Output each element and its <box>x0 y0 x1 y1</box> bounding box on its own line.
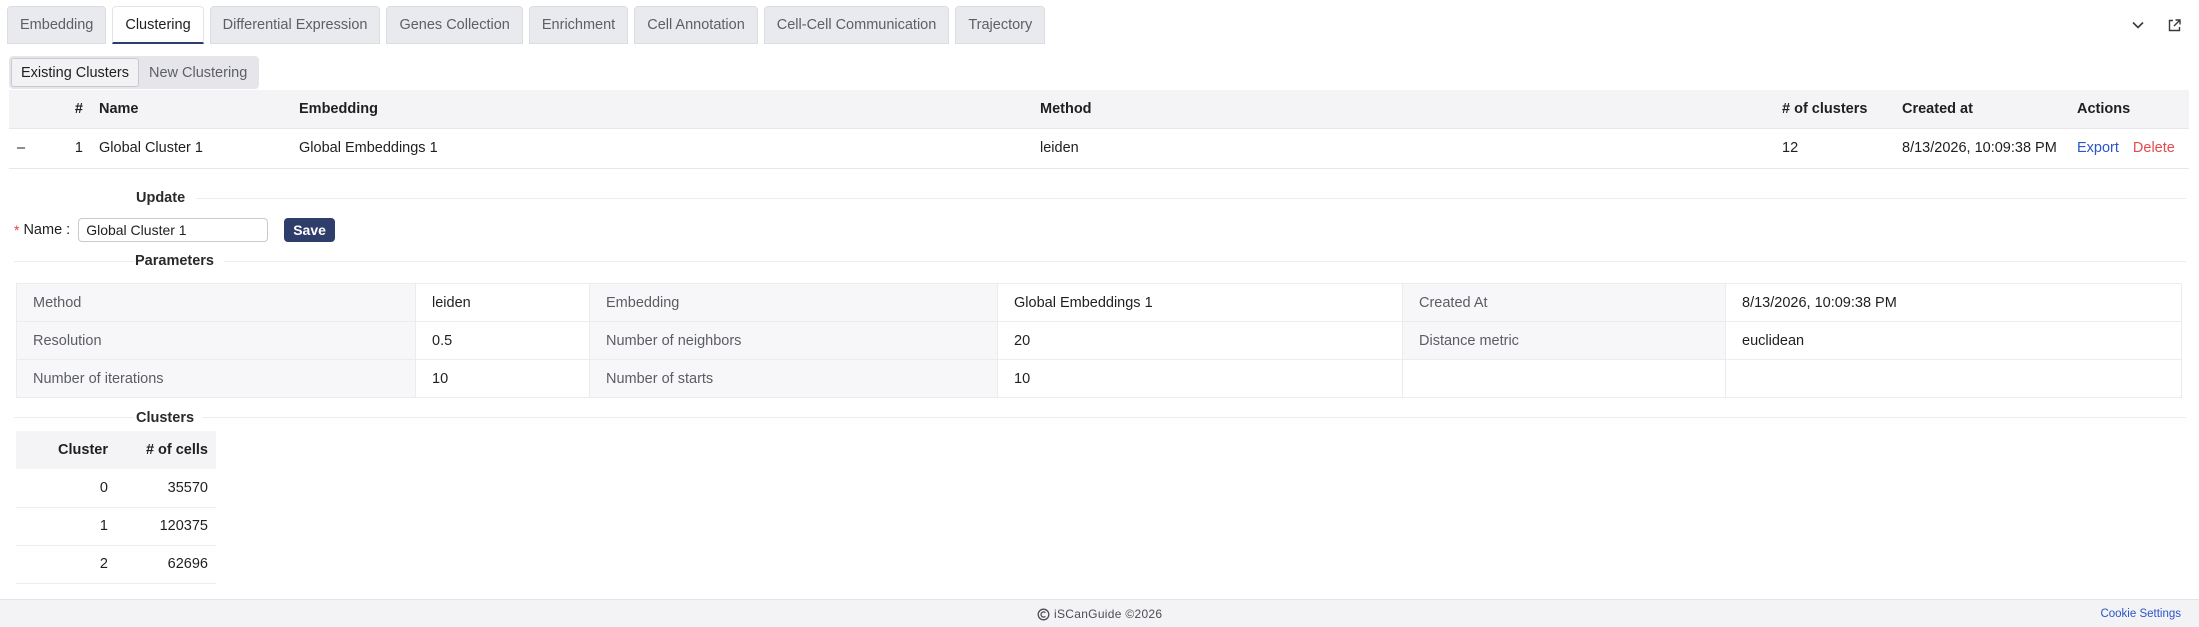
cluster-id: 2 <box>16 545 116 584</box>
row-actions: Export Delete <box>2069 128 2189 169</box>
table-header-row: # Name Embedding Method # of clusters Cr… <box>9 90 2189 129</box>
chevron-down-icon[interactable] <box>2129 16 2147 34</box>
update-section-title: Update <box>136 190 186 206</box>
table-row: – 1 Global Cluster 1 Global Embeddings 1… <box>9 128 2189 169</box>
subtab-new-clustering[interactable]: New Clustering <box>139 58 257 87</box>
clusters-divider-right <box>202 417 2186 418</box>
save-button[interactable]: Save <box>284 218 335 242</box>
param-empty <box>1725 359 2182 398</box>
param-value: 10 <box>997 359 1403 398</box>
cluster-sizes-table: Cluster # of cells 0 35570 1 120375 2 62… <box>16 431 216 584</box>
param-row: Number of iterations 10 Number of starts… <box>16 359 2182 398</box>
col-num-cells: # of cells <box>116 431 216 469</box>
param-label: Resolution <box>16 321 416 360</box>
update-form: * Name : Save <box>14 218 335 242</box>
param-empty <box>1402 359 1726 398</box>
top-icons <box>2129 16 2183 34</box>
param-label: Number of neighbors <box>589 321 998 360</box>
param-value: Global Embeddings 1 <box>997 283 1403 322</box>
tab-genes-collection[interactable]: Genes Collection <box>386 6 523 44</box>
subtab-existing-clusters[interactable]: Existing Clusters <box>11 58 139 87</box>
collapse-row-button[interactable]: – <box>9 128 49 169</box>
param-value: 0.5 <box>415 321 590 360</box>
cluster-mode-switch: Existing Clusters New Clustering <box>9 56 260 89</box>
table-row: 1 120375 <box>16 507 216 546</box>
tab-embedding[interactable]: Embedding <box>7 6 107 44</box>
param-value: 20 <box>997 321 1403 360</box>
cluster-id: 1 <box>16 507 116 546</box>
cookie-settings-link[interactable]: Cookie Settings <box>2100 608 2181 620</box>
col-cluster: Cluster <box>16 431 116 469</box>
param-label: Embedding <box>589 283 998 322</box>
tab-cell-annotation[interactable]: Cell Annotation <box>634 6 758 44</box>
param-label: Number of iterations <box>16 359 416 398</box>
parameters-divider-left <box>14 261 134 262</box>
param-value: euclidean <box>1725 321 2182 360</box>
copyright: iSCanGuide ©2026 <box>1037 607 1162 621</box>
tab-enrichment[interactable]: Enrichment <box>528 6 629 44</box>
parameters-divider-right <box>224 261 2186 262</box>
clusters-divider-left <box>14 417 134 418</box>
tab-trajectory[interactable]: Trajectory <box>955 6 1046 44</box>
col-name: Name <box>91 90 291 129</box>
param-value: leiden <box>415 283 590 322</box>
col-embedding: Embedding <box>291 90 1032 129</box>
parameters-section-title: Parameters <box>135 253 214 269</box>
required-mark: * <box>14 222 20 238</box>
copyright-text: iSCanGuide ©2026 <box>1054 607 1163 621</box>
cluster-cells: 62696 <box>116 545 216 584</box>
param-row: Resolution 0.5 Number of neighbors 20 Di… <box>16 321 2182 360</box>
name-label-text: Name <box>23 222 63 238</box>
name-input[interactable] <box>78 218 269 242</box>
param-label: Distance metric <box>1402 321 1726 360</box>
row-num-clusters: 12 <box>1774 128 1894 169</box>
footer: iSCanGuide ©2026 Cookie Settings <box>0 599 2199 627</box>
row-embedding: Global Embeddings 1 <box>291 128 1032 169</box>
col-num-clusters: # of clusters <box>1774 90 1894 129</box>
col-created-at: Created at <box>1894 90 2069 129</box>
tab-clustering[interactable]: Clustering <box>112 6 204 44</box>
param-label: Number of starts <box>589 359 998 398</box>
cluster-cells: 35570 <box>116 469 216 508</box>
col-method: Method <box>1032 90 1774 129</box>
clusters-section-title: Clusters <box>136 410 195 426</box>
external-link-icon[interactable] <box>2165 16 2183 34</box>
top-bar: Embedding Clustering Differential Expres… <box>0 0 2199 52</box>
cluster-cells: 120375 <box>116 507 216 546</box>
tab-differential-expression[interactable]: Differential Expression <box>209 6 381 44</box>
delete-link[interactable]: Delete <box>2133 140 2175 156</box>
row-name: Global Cluster 1 <box>91 128 291 169</box>
param-label: Created At <box>1402 283 1726 322</box>
export-link[interactable]: Export <box>2077 140 2119 156</box>
table-row: 0 35570 <box>16 469 216 508</box>
row-index: 1 <box>49 128 91 169</box>
tab-bar: Embedding Clustering Differential Expres… <box>7 6 1046 44</box>
param-value: 10 <box>415 359 590 398</box>
tab-cell-cell-communication[interactable]: Cell-Cell Communication <box>763 6 950 44</box>
clusters-table: # Name Embedding Method # of clusters Cr… <box>9 90 2189 169</box>
name-label: Name : <box>23 222 71 238</box>
cluster-id: 0 <box>16 469 116 508</box>
update-divider <box>196 198 2186 199</box>
param-label: Method <box>16 283 416 322</box>
logo-icon <box>1037 608 1050 620</box>
col-expand <box>9 90 49 129</box>
table-row: 2 62696 <box>16 545 216 584</box>
param-row: Method leiden Embedding Global Embedding… <box>16 283 2182 322</box>
col-index: # <box>49 90 91 129</box>
parameters-table: Method leiden Embedding Global Embedding… <box>16 283 2182 398</box>
table-header-row: Cluster # of cells <box>16 431 216 469</box>
row-created-at: 8/13/2026, 10:09:38 PM <box>1894 128 2069 169</box>
param-value: 8/13/2026, 10:09:38 PM <box>1725 283 2182 322</box>
col-actions: Actions <box>2069 90 2189 129</box>
row-method: leiden <box>1032 128 1774 169</box>
